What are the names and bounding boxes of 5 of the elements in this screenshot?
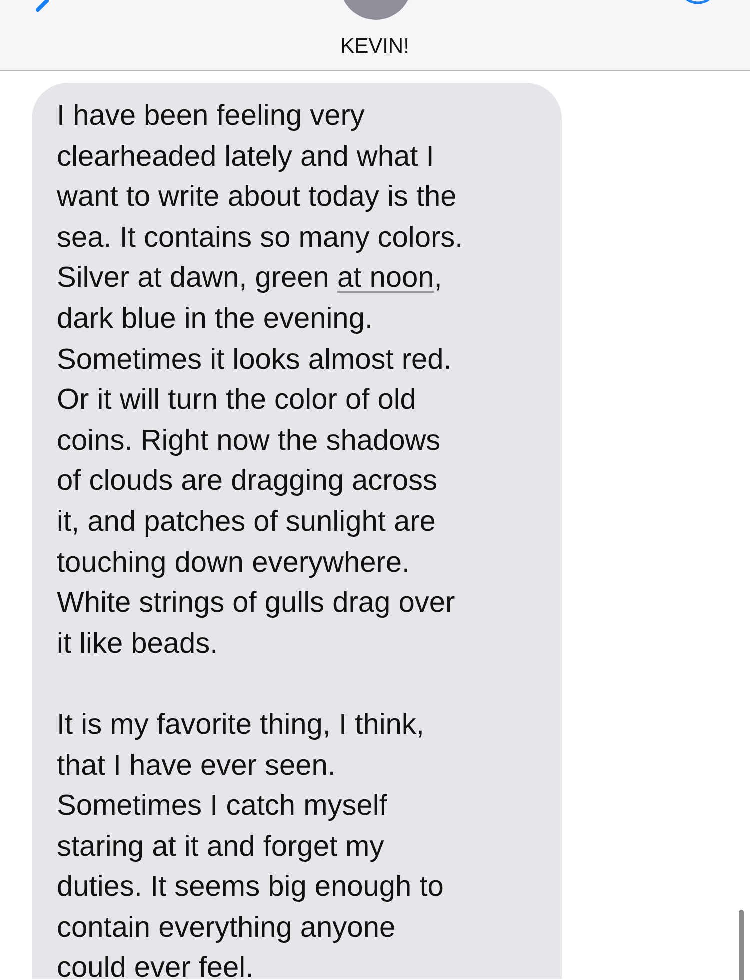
message-text: It is my favorite thing, I think, that I have ever seen. Sometimes I catch myself staring at it and forget my duties. It seems big enough to contain everything anyone could ever feel. — [57, 708, 445, 979]
contact-name[interactable]: KEVIN! — [340, 35, 410, 58]
date-link[interactable]: at noon — [337, 262, 434, 294]
scrollbar — [739, 910, 744, 980]
message-text: I have been feeling very clearheaded lately and what I want to write about today is the sea. It contains so many colors. Silver at dawn, green at noon, dark blue in the evening. Sometimes it looks almost red. Or it will turn the color of old coins. Right now the shadows of clouds are dragging across it, and patches of sunlight are touching down everywhere. White strings of gulls drag over it like beads. — [57, 99, 464, 662]
